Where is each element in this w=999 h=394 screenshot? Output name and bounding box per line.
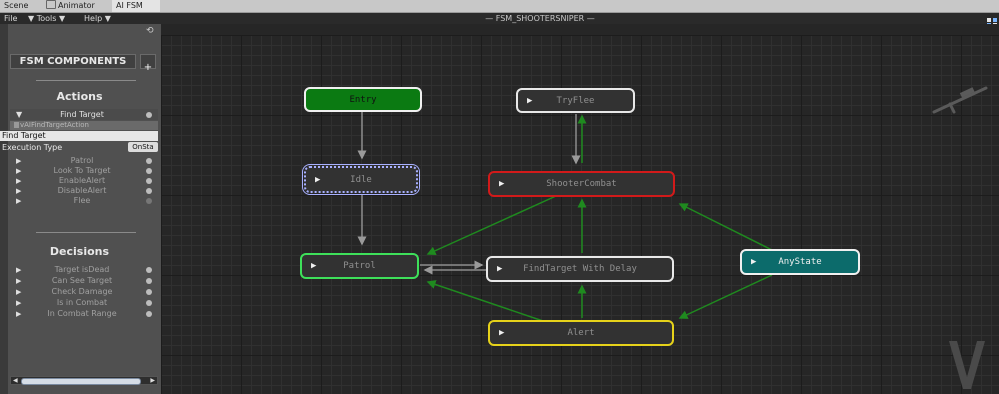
transition-combat-patrol[interactable] — [426, 195, 557, 256]
transition-anystate-combat[interactable] — [678, 203, 773, 251]
invector-logo-icon — [949, 341, 985, 389]
state-findtarget-with-delay[interactable]: ▶ FindTarget With Delay — [486, 256, 674, 282]
transition-alert-patrol[interactable] — [426, 280, 547, 323]
transition-anystate-alert[interactable] — [678, 274, 773, 319]
state-shootercombat[interactable]: ▶ ShooterCombat — [488, 171, 675, 197]
state-tryflee[interactable]: ▶ TryFlee — [516, 88, 635, 113]
state-anystate[interactable]: ▶ AnyState — [740, 249, 860, 275]
sniper-rifle-icon — [932, 86, 988, 114]
state-alert[interactable]: ▶ Alert — [488, 320, 674, 346]
state-entry[interactable]: Entry — [304, 87, 422, 112]
state-idle[interactable]: ▶ Idle — [302, 164, 420, 195]
state-patrol[interactable]: ▶ Patrol — [300, 253, 419, 279]
